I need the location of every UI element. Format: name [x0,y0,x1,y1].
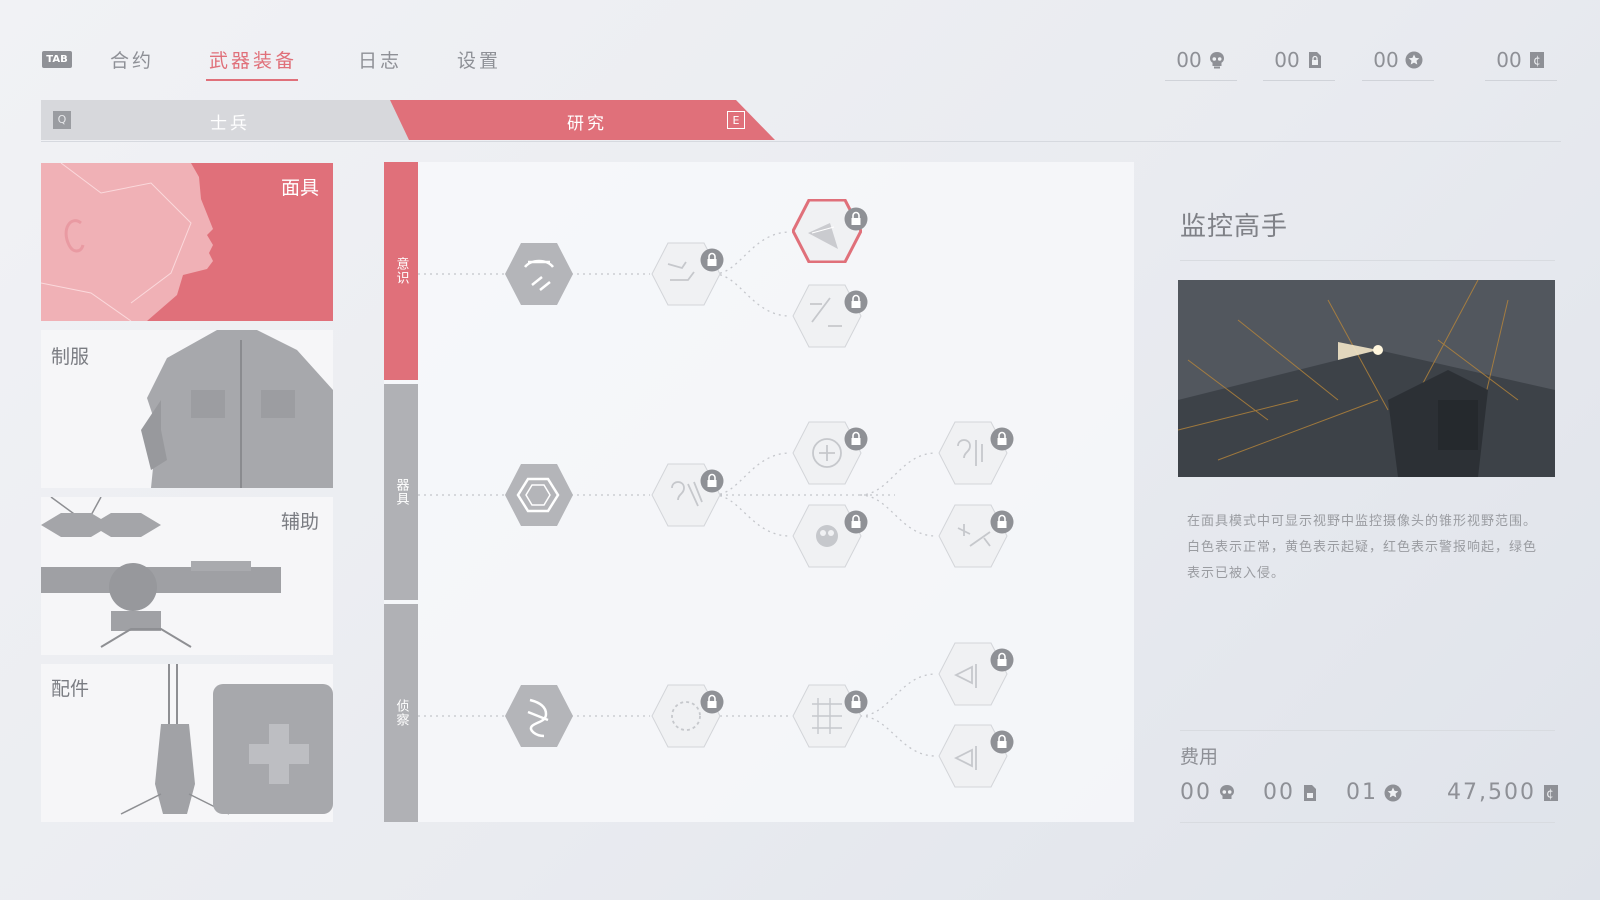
cost-value: 01 [1346,780,1378,805]
lock-icon [700,469,724,493]
skill-node-locked[interactable] [651,463,724,527]
cost-label: 费用 [1180,746,1219,768]
skill-node-root-recon[interactable] [505,685,573,747]
star-badge-icon [1384,784,1402,801]
skill-node-locked[interactable] [651,684,724,748]
cost-value: 00 [1180,780,1212,805]
lock-icon [844,427,868,451]
skill-node-locked[interactable] [938,724,1014,788]
skill-node-locked[interactable] [792,684,868,748]
lock-icon [844,690,868,714]
skull-icon [1220,784,1234,799]
skill-node-locked[interactable] [938,421,1014,485]
detail-title: 监控高手 [1180,212,1289,242]
lock-icon [990,510,1014,534]
skill-node-locked[interactable] [792,284,868,348]
lock-icon [990,648,1014,672]
skill-node-locked[interactable] [792,504,868,568]
lock-icon [700,690,724,714]
detail-preview-image [1178,280,1555,477]
skill-node-root-equipment[interactable] [505,464,573,526]
skill-node-locked[interactable] [792,421,868,485]
lock-icon [844,290,868,314]
credits-icon: ¢ [1543,784,1558,801]
svg-text:¢: ¢ [1546,786,1556,800]
divider [1180,730,1555,731]
skill-node-root-awareness[interactable] [505,243,573,305]
cost-value: 47,500 [1447,780,1536,805]
lock-icon [844,207,868,231]
detail-description: 在面具模式中可显示视野中监控摄像头的锥形视野范围。白色表示正常，黄色表示起疑，红… [1187,514,1538,581]
lock-icon [844,510,868,534]
lock-icon [990,427,1014,451]
lock-icon [990,730,1014,754]
cost-intel: 00 [1263,780,1319,805]
lock-icon [700,248,724,272]
divider [1180,822,1555,823]
cost-skull: 00 [1180,780,1236,805]
divider [1180,260,1555,261]
cost-value: 00 [1263,780,1295,805]
skill-node-locked[interactable] [938,504,1014,568]
cost-star: 01 [1346,780,1402,805]
skill-node-locked[interactable] [938,642,1014,706]
skill-node-selected-camera-expert[interactable] [792,199,868,263]
document-lock-icon [1304,784,1316,801]
cost-credits: 47,500 ¢ [1447,780,1560,805]
skill-node-locked[interactable] [651,242,724,306]
